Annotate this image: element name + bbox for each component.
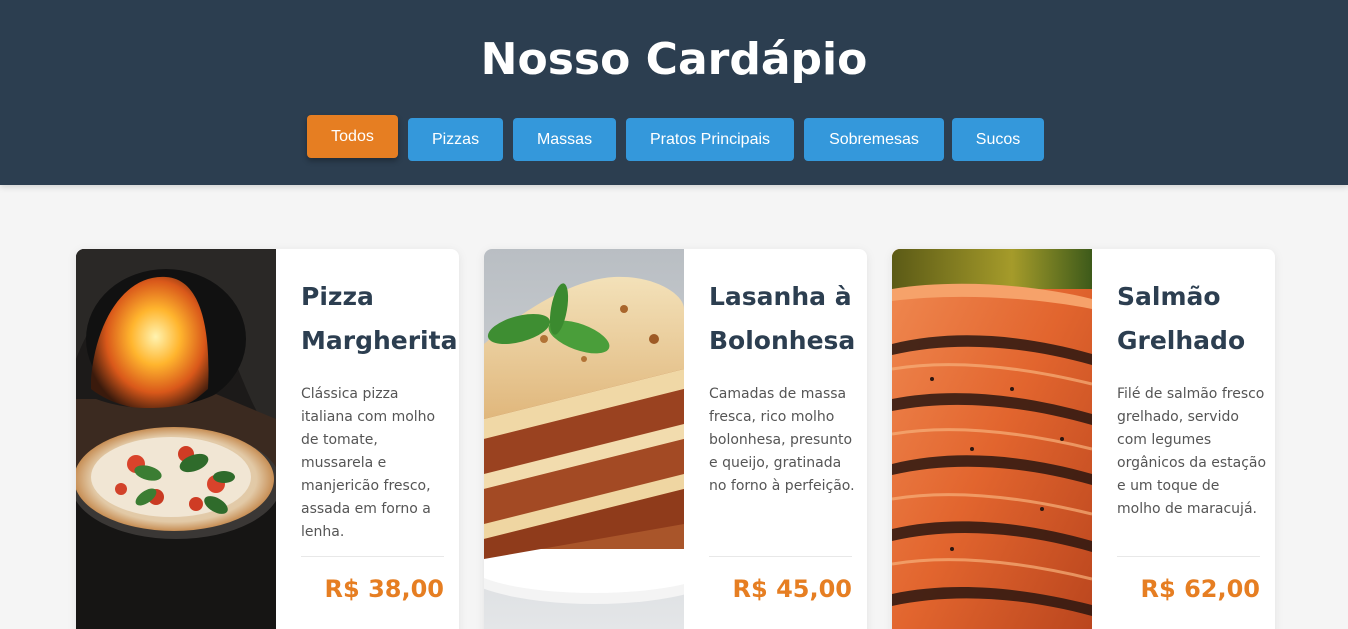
- filter-button-todos[interactable]: Todos: [307, 115, 398, 158]
- divider: [709, 556, 852, 557]
- card-price: R$ 38,00: [324, 575, 444, 603]
- card-body: Lasanha à Bolonhesa Camadas de massa fre…: [709, 249, 855, 629]
- card-body: Salmão Grelhado Filé de salmão fresco gr…: [1117, 249, 1266, 629]
- divider: [301, 556, 444, 557]
- filter-button-sucos[interactable]: Sucos: [952, 118, 1044, 161]
- menu-card-salmao-grelhado[interactable]: Salmão Grelhado Filé de salmão fresco gr…: [892, 249, 1275, 629]
- menu-card-pizza-margherita[interactable]: Pizza Margherita Clássica pizza italiana…: [76, 249, 459, 629]
- card-description: Filé de salmão fresco grelhado, servido …: [1117, 386, 1267, 517]
- category-filters: Todos Pizzas Massas Pratos Principais So…: [0, 115, 1348, 162]
- card-title: Salmão Grelhado: [1117, 282, 1246, 355]
- card-description: Camadas de massa fresca, rico molho bolo…: [709, 386, 855, 494]
- card-body: Pizza Margherita Clássica pizza italiana…: [301, 249, 457, 629]
- card-title: Pizza Margherita: [301, 282, 458, 355]
- divider: [1117, 556, 1260, 557]
- salmon-photo: [892, 249, 1092, 629]
- page-title: Nosso Cardápio: [480, 34, 868, 85]
- card-title: Lasanha à Bolonhesa: [709, 282, 856, 355]
- filter-button-massas[interactable]: Massas: [513, 118, 616, 161]
- lasagna-photo: [484, 249, 684, 629]
- filter-button-sobremesas[interactable]: Sobremesas: [804, 118, 944, 161]
- menu-card-lasanha-bolonhesa[interactable]: Lasanha à Bolonhesa Camadas de massa fre…: [484, 249, 867, 629]
- pizza-photo: [76, 249, 276, 629]
- card-description: Clássica pizza italiana com molho de tom…: [301, 386, 436, 540]
- filter-button-pizzas[interactable]: Pizzas: [408, 118, 503, 161]
- card-price: R$ 45,00: [732, 575, 852, 603]
- page-header: Nosso Cardápio Todos Pizzas Massas Prato…: [0, 0, 1348, 185]
- filter-button-pratos-principais[interactable]: Pratos Principais: [626, 118, 794, 161]
- card-price: R$ 62,00: [1140, 575, 1260, 603]
